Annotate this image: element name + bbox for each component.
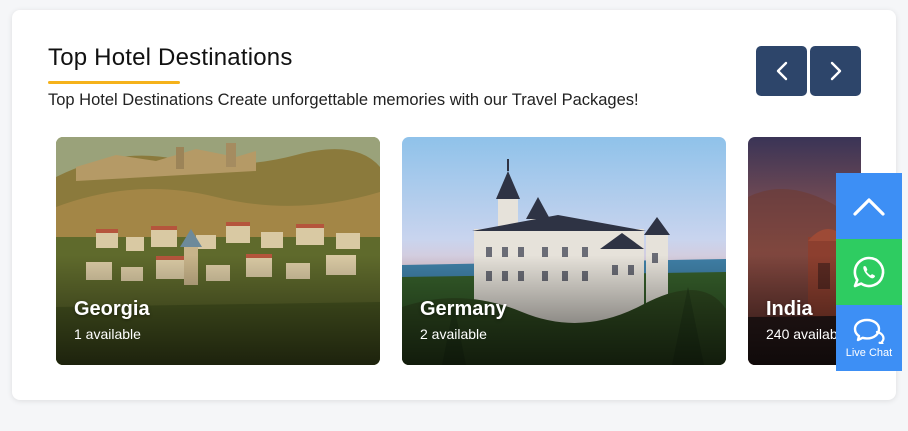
destination-name: Germany <box>420 298 507 320</box>
scroll-to-top-button[interactable] <box>836 173 902 239</box>
floating-action-bar: Live Chat <box>836 173 902 371</box>
destination-card-georgia[interactable]: Georgia 1 available <box>56 137 380 365</box>
section-title: Top Hotel Destinations <box>48 44 293 71</box>
live-chat-label: Live Chat <box>845 346 893 359</box>
destinations-carousel: Georgia 1 available Germany 2 available … <box>56 137 861 365</box>
whatsapp-icon <box>853 256 885 288</box>
whatsapp-button[interactable] <box>836 239 902 305</box>
chevron-up-icon <box>853 198 885 216</box>
destination-availability: 2 available <box>420 326 487 342</box>
chat-bubbles-icon <box>853 318 885 344</box>
destination-availability: 1 available <box>74 326 141 342</box>
live-chat-button[interactable]: Live Chat <box>836 305 902 371</box>
chevron-left-icon <box>776 61 787 81</box>
destination-card-germany[interactable]: Germany 2 available <box>402 137 726 365</box>
section-subtitle: Top Hotel Destinations Create unforgetta… <box>48 91 639 109</box>
title-underline <box>48 81 180 84</box>
destination-name: Georgia <box>74 298 150 320</box>
destination-name: India <box>766 298 813 320</box>
carousel-prev-button[interactable] <box>756 46 807 96</box>
carousel-next-button[interactable] <box>810 46 861 96</box>
chevron-right-icon <box>830 61 841 81</box>
